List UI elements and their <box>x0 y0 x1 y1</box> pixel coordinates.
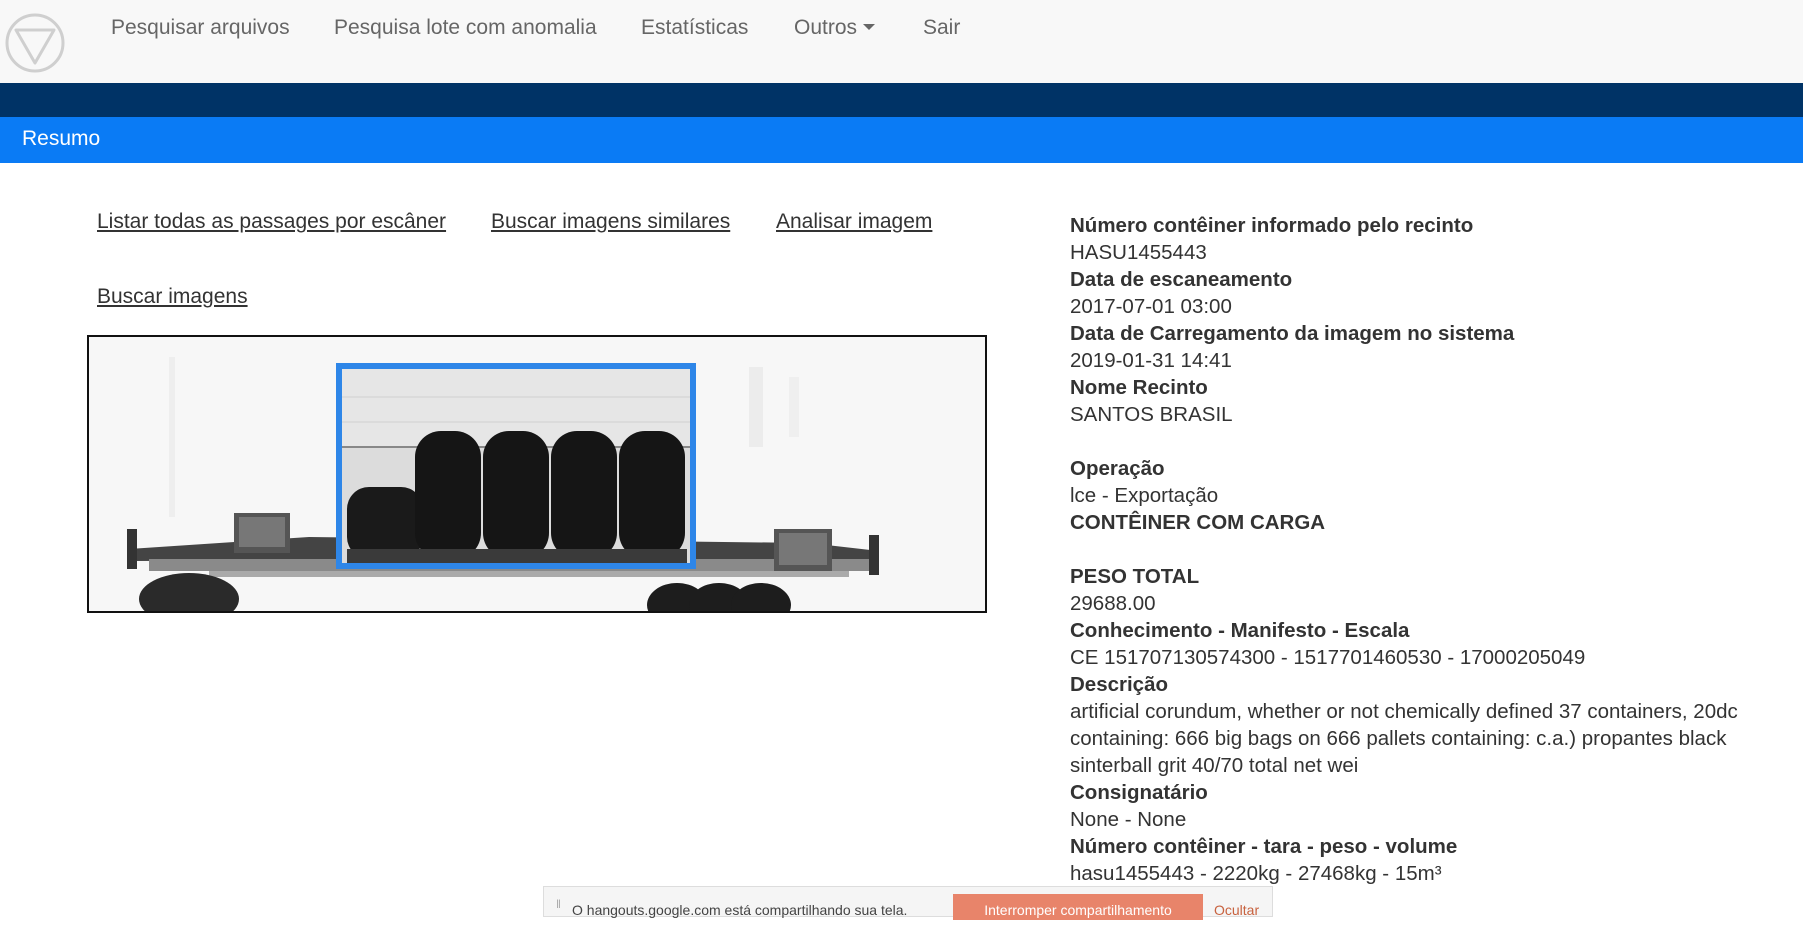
load-date-label: Data de Carregamento da imagem no sistem… <box>1070 322 1515 345</box>
nav-pesquisa-lote-anomalia[interactable]: Pesquisa lote com anomalia <box>334 14 597 42</box>
recinto-label: Nome Recinto <box>1070 376 1208 399</box>
nav-estatisticas[interactable]: Estatísticas <box>641 14 748 42</box>
nav-sair[interactable]: Sair <box>923 14 960 42</box>
container-number-label: Número contêiner informado pelo recinto <box>1070 214 1474 237</box>
carga-status: CONTÊINER COM CARGA <box>1070 511 1326 534</box>
link-buscar-similares[interactable]: Buscar imagens similares <box>491 210 730 234</box>
link-analisar-imagem[interactable]: Analisar imagem <box>776 210 932 234</box>
scan-date-value: 2017-07-01 03:00 <box>1070 295 1232 318</box>
screen-share-bar: ‖ O hangouts.google.com está compartilha… <box>543 886 1273 920</box>
load-date-value: 2019-01-31 14:41 <box>1070 349 1232 372</box>
scan-image[interactable] <box>87 335 987 613</box>
peso-total-label: PESO TOTAL <box>1070 565 1200 588</box>
consignatario-label: Consignatário <box>1070 781 1208 804</box>
operacao-value: lce - Exportação <box>1070 484 1219 507</box>
nav-outros-label: Outros <box>794 16 858 39</box>
scan-date-label: Data de escaneamento <box>1070 268 1293 291</box>
nav-outros-dropdown[interactable]: Outros <box>794 14 876 42</box>
header-band <box>0 83 1803 117</box>
share-message: O hangouts.google.com está compartilhand… <box>572 902 908 918</box>
drag-handle-icon[interactable]: ‖ <box>556 897 561 911</box>
operacao-label: Operação <box>1070 457 1165 480</box>
top-navbar: Pesquisar arquivos Pesquisa lote com ano… <box>0 0 1803 83</box>
container-number-value: HASU1455443 <box>1070 241 1207 264</box>
conteiner-info-label: Número contêiner - tara - peso - volume <box>1070 835 1458 858</box>
summary-title: Resumo <box>22 127 101 150</box>
summary-bar: Resumo <box>0 117 1803 163</box>
stop-sharing-button[interactable]: Interromper compartilhamento <box>953 894 1203 920</box>
recinto-value: SANTOS BRASIL <box>1070 403 1233 426</box>
link-buscar-imagens[interactable]: Buscar imagens <box>97 285 248 309</box>
descricao-label: Descrição <box>1070 673 1169 696</box>
link-listar-passagens[interactable]: Listar todas as passages por escâner <box>97 210 446 234</box>
conhecimento-label: Conhecimento - Manifesto - Escala <box>1070 619 1410 642</box>
caret-down-icon <box>863 23 876 30</box>
peso-total-value: 29688.00 <box>1070 592 1156 615</box>
conteiner-info-value: hasu1455443 - 2220kg - 27468kg - 15m³ <box>1070 862 1442 885</box>
details-panel: Número contêiner informado pelo recinto … <box>1070 212 1790 914</box>
hide-button[interactable]: Ocultar <box>1214 902 1259 918</box>
nav-pesquisar-arquivos[interactable]: Pesquisar arquivos <box>111 14 290 42</box>
descricao-value: artificial corundum, whether or not chem… <box>1070 700 1738 777</box>
conhecimento-value: CE 151707130574300 - 1517701460530 - 170… <box>1070 646 1586 669</box>
scan-xray-image <box>89 337 985 611</box>
logo-triangle-icon[interactable] <box>5 13 65 73</box>
consignatario-value: None - None <box>1070 808 1187 831</box>
